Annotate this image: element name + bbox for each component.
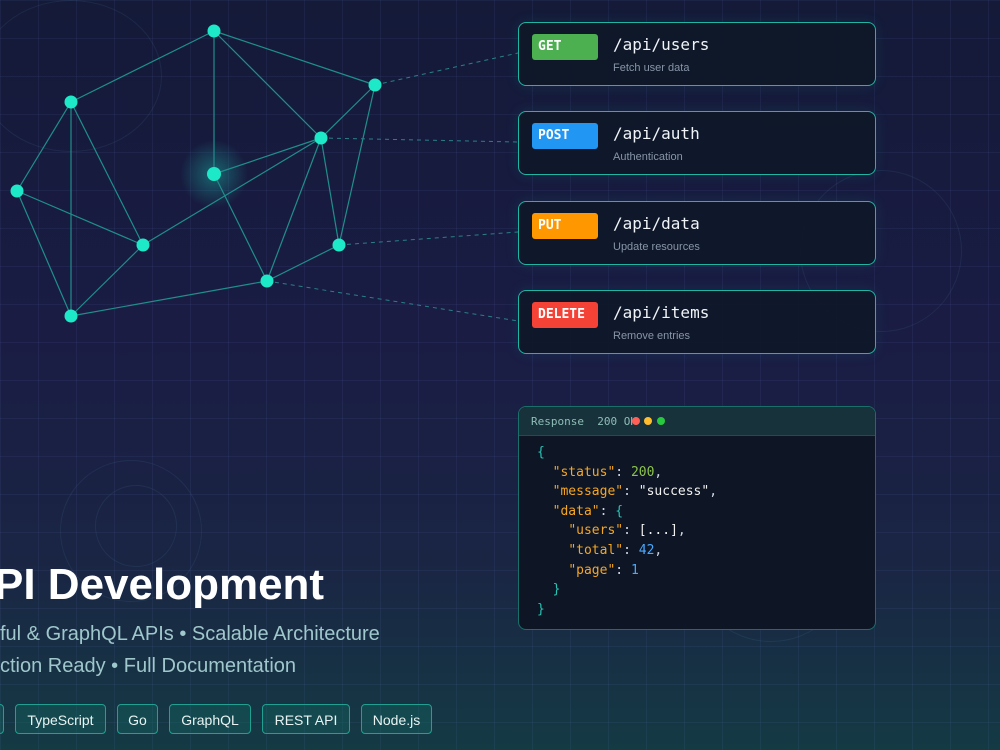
network-node <box>64 309 78 323</box>
network-node <box>64 95 78 109</box>
endpoint-card-get[interactable]: GET /api/users Fetch user data <box>518 22 876 86</box>
method-badge-post: POST <box>532 123 598 149</box>
network-node <box>314 131 328 145</box>
connector-lines <box>266 52 519 322</box>
response-panel: Response 200 OK { "status": 200, "messag… <box>518 406 876 630</box>
endpoint-path: /api/users <box>613 35 710 54</box>
response-label: Response <box>531 415 584 428</box>
tech-tag-go[interactable]: Go <box>117 704 158 734</box>
response-title: Response 200 OK <box>531 415 637 428</box>
json-key: "users" <box>568 523 624 539</box>
red-dot-icon <box>632 417 640 425</box>
endpoint-description: Authentication <box>613 151 683 163</box>
json-key: "total" <box>568 542 624 558</box>
yellow-dot-icon <box>644 417 652 425</box>
green-dot-icon <box>657 417 665 425</box>
tech-tag[interactable] <box>0 704 4 734</box>
network-node <box>10 184 24 198</box>
endpoint-path: /api/items <box>613 303 710 322</box>
network-node-hub <box>207 167 221 181</box>
method-badge-delete: DELETE <box>532 302 598 328</box>
endpoint-card-post[interactable]: POST /api/auth Authentication <box>518 111 876 175</box>
json-value: [...] <box>638 523 678 539</box>
hero-subtitle-line2: ction Ready • Full Documentation <box>0 655 297 677</box>
json-key: "status" <box>552 464 616 480</box>
method-badge-put: PUT <box>532 213 598 239</box>
tech-tag-typescript[interactable]: TypeScript <box>15 704 106 734</box>
endpoint-path: /api/data <box>613 214 700 233</box>
json-value: "success" <box>638 484 710 500</box>
tech-tag-rest-api[interactable]: REST API <box>262 704 350 734</box>
endpoint-description: Remove entries <box>613 330 691 342</box>
network-node <box>207 24 221 38</box>
network-node <box>260 274 274 288</box>
hero-title: PI Development <box>0 560 325 609</box>
json-key: "data" <box>552 503 600 519</box>
tech-tag-nodejs[interactable]: Node.js <box>361 704 432 734</box>
response-status-code: 200 <box>597 415 618 428</box>
endpoint-path: /api/auth <box>613 124 700 143</box>
method-badge-get: GET <box>532 34 598 60</box>
endpoint-card-put[interactable]: PUT /api/data Update resources <box>518 201 876 265</box>
json-key: "message" <box>552 484 624 500</box>
tech-tag-graphql[interactable]: GraphQL <box>169 704 251 734</box>
response-header: Response 200 OK <box>519 407 875 436</box>
hero-subtitle-line1: ful & GraphQL APIs • Scalable Architectu… <box>0 623 380 645</box>
json-value: 42 <box>638 542 655 558</box>
endpoint-description: Update resources <box>613 241 700 253</box>
network-node <box>368 78 382 92</box>
network-node <box>332 238 346 252</box>
json-key: "page" <box>568 562 616 578</box>
json-value: 200 <box>630 464 655 480</box>
endpoint-card-delete[interactable]: DELETE /api/items Remove entries <box>518 290 876 354</box>
endpoint-description: Fetch user data <box>613 62 690 74</box>
network-node <box>136 238 150 252</box>
json-value: 1 <box>630 562 639 578</box>
response-json: { "status": 200, "message": "success", "… <box>537 445 718 617</box>
